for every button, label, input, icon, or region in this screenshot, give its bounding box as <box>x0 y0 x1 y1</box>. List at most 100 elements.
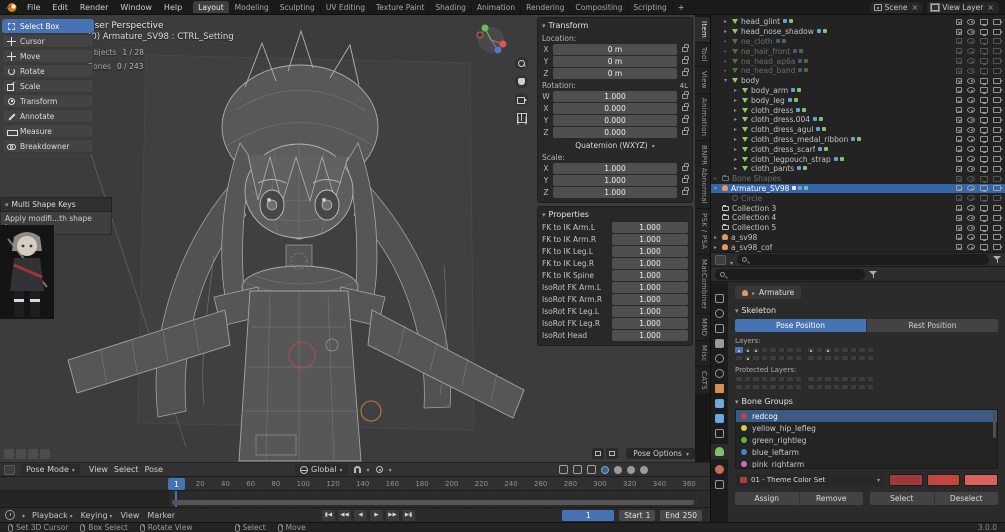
sidebar-tab[interactable]: Animation <box>695 93 710 142</box>
overlay-shortcut-icon[interactable] <box>4 449 14 459</box>
mode-dropdown[interactable]: Pose Mode <box>21 464 80 475</box>
layer-cell[interactable] <box>824 347 832 353</box>
disable-viewport-icon[interactable] <box>980 107 988 115</box>
object-name[interactable]: Collection 3 <box>732 204 776 213</box>
lock-icon[interactable] <box>682 127 689 135</box>
timeline-scrollbar[interactable] <box>172 500 694 505</box>
outliner-row[interactable]: ne_hair_front <box>711 46 1005 56</box>
protected-layer-cell[interactable] <box>794 384 802 390</box>
start-frame-field[interactable]: Start 1 <box>619 509 656 521</box>
lock-icon[interactable] <box>682 103 689 111</box>
outliner-row[interactable]: Collection 3 <box>711 203 1005 213</box>
disable-render-camera-icon[interactable] <box>993 67 1003 74</box>
hide-viewport-eye-icon[interactable] <box>967 87 975 94</box>
layer-cell[interactable] <box>743 355 751 361</box>
layer-cell[interactable] <box>815 347 823 353</box>
tool-button[interactable]: Select Box <box>2 19 94 33</box>
protected-layer-cell[interactable] <box>866 384 874 390</box>
outliner-row[interactable]: cloth_pants <box>711 164 1005 174</box>
properties-tab-tool-icon[interactable] <box>715 294 724 303</box>
protected-layer-cell[interactable] <box>735 384 743 390</box>
view-layer-selector[interactable]: View Layer <box>927 1 999 13</box>
assign-button[interactable]: Assign <box>735 492 800 505</box>
properties-tab-world-icon[interactable] <box>715 369 724 378</box>
disable-render-camera-icon[interactable] <box>993 165 1003 172</box>
toggle-perspective-icon[interactable] <box>515 111 528 124</box>
hide-viewport-eye-icon[interactable] <box>967 214 975 221</box>
outliner-row[interactable]: body_arm <box>711 86 1005 96</box>
object-name[interactable]: ne_cloth <box>741 37 773 46</box>
rotation-value-field[interactable]: 1.000 <box>553 91 677 102</box>
menu-item[interactable]: Render <box>75 2 113 13</box>
object-name[interactable]: cloth_dress.004 <box>751 115 810 124</box>
disable-viewport-icon[interactable] <box>980 214 988 222</box>
lock-icon[interactable] <box>682 187 689 195</box>
property-value-slider[interactable]: 1.000 <box>612 222 688 233</box>
object-name[interactable]: body <box>741 76 760 85</box>
menu-item[interactable]: Help <box>159 2 187 13</box>
protected-layer-cell[interactable] <box>807 384 815 390</box>
previous-keyframe-button[interactable] <box>338 509 351 521</box>
disable-viewport-icon[interactable] <box>980 136 988 144</box>
rotation-mode-dropdown[interactable]: Quaternion (WXYZ) <box>542 140 688 151</box>
layer-cell[interactable] <box>794 347 802 353</box>
property-value-slider[interactable]: 1.000 <box>612 270 688 281</box>
outliner-row[interactable]: body_leg <box>711 95 1005 105</box>
protected-layer-cell[interactable] <box>841 384 849 390</box>
disclosure-icon[interactable] <box>714 244 722 251</box>
rendered-shading-icon[interactable] <box>640 465 648 474</box>
disclosure-icon[interactable] <box>734 165 742 172</box>
scale-value-field[interactable]: 1.000 <box>553 187 677 198</box>
next-keyframe-button[interactable] <box>386 509 399 521</box>
hide-viewport-eye-icon[interactable] <box>967 58 975 65</box>
skeleton-section-header[interactable]: Skeleton <box>735 306 998 315</box>
properties-filter-icon[interactable] <box>869 270 877 278</box>
protected-layer-cell[interactable] <box>769 376 777 382</box>
wireframe-shading-icon[interactable] <box>601 465 609 474</box>
hide-viewport-eye-icon[interactable] <box>967 136 975 143</box>
layer-cell[interactable] <box>735 355 743 361</box>
end-frame-field[interactable]: End 250 <box>660 509 702 521</box>
selectable-checkbox-icon[interactable] <box>956 224 962 231</box>
bone-group-row[interactable]: yellow_hip_lefleg <box>736 422 997 434</box>
selectable-checkbox-icon[interactable] <box>956 156 962 163</box>
hide-viewport-eye-icon[interactable] <box>967 67 975 74</box>
sidebar-tab[interactable]: Item <box>695 17 710 44</box>
playhead[interactable]: 1 <box>168 478 185 490</box>
properties-tab-active[interactable] <box>711 444 728 459</box>
disable-render-camera-icon[interactable] <box>993 87 1003 94</box>
disable-render-camera-icon[interactable] <box>993 28 1003 35</box>
disclosure-icon[interactable] <box>724 77 732 84</box>
location-value-field[interactable]: 0 m <box>553 44 677 55</box>
protected-layer-cell[interactable] <box>832 384 840 390</box>
bone-group-row[interactable]: green_rightleg <box>736 434 997 446</box>
lock-icon[interactable] <box>682 44 689 52</box>
disable-viewport-icon[interactable] <box>980 97 988 105</box>
filter-icon[interactable] <box>993 256 1001 263</box>
rotation-value-field[interactable]: 0.000 <box>553 127 677 138</box>
outliner-row[interactable]: head_nose_shadow <box>711 27 1005 37</box>
bone-group-row[interactable]: pink_rightarm <box>736 458 997 468</box>
disable-viewport-icon[interactable] <box>980 224 988 232</box>
disable-viewport-icon[interactable] <box>980 146 988 154</box>
disable-render-camera-icon[interactable] <box>993 195 1003 202</box>
disable-viewport-icon[interactable] <box>980 156 988 164</box>
disable-viewport-icon[interactable] <box>980 126 988 134</box>
lock-icon[interactable] <box>682 56 689 64</box>
property-value-slider[interactable]: 1.000 <box>612 318 688 329</box>
solid-shading-icon[interactable] <box>614 465 622 474</box>
rest-position-button[interactable]: Rest Position <box>866 319 998 332</box>
disable-render-camera-icon[interactable] <box>993 175 1003 182</box>
disable-viewport-icon[interactable] <box>980 18 988 26</box>
property-value-slider[interactable]: 1.000 <box>612 258 688 269</box>
jump-to-end-button[interactable] <box>402 509 415 521</box>
layer-cell[interactable] <box>760 347 768 353</box>
layer-cell[interactable] <box>832 355 840 361</box>
current-frame-field[interactable]: 1 <box>562 509 615 521</box>
disclosure-icon[interactable] <box>714 185 722 192</box>
snap-dropdown-icon[interactable] <box>367 465 370 474</box>
layer-cell[interactable] <box>858 347 866 353</box>
layer-cell[interactable] <box>752 355 760 361</box>
zoom-icon[interactable] <box>515 57 528 70</box>
layer-cell[interactable] <box>866 355 874 361</box>
